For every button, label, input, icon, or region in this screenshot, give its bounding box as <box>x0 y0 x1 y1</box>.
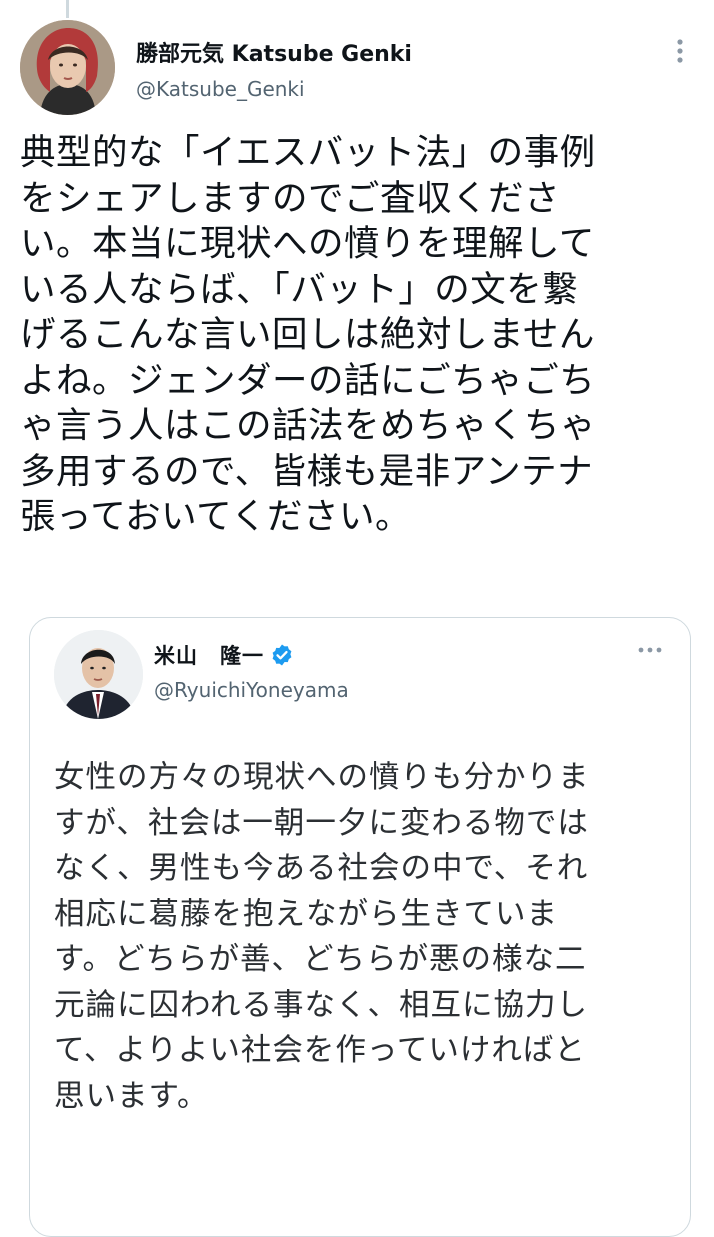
more-vertical-icon[interactable] <box>668 32 692 72</box>
author-name[interactable]: 勝部元気 Katsube Genki <box>136 36 412 68</box>
quoted-author-avatar[interactable] <box>54 630 143 719</box>
verified-badge-icon <box>272 644 292 666</box>
quoted-author-avatar-image <box>54 630 143 719</box>
thread-connector-line <box>66 0 69 18</box>
author-handle[interactable]: @Katsube_Genki <box>136 77 305 101</box>
quoted-tweet-text: 女性の方々の現状への憤りも分かりま すが、社会は一朝一夕に変わる物では なく、男… <box>54 760 590 1114</box>
quoted-tweet-card[interactable]: 米山 隆一 @RyuichiYoneyama 女性の方々の現状への憤りも分かりま… <box>29 617 691 1237</box>
tweet-text: 典型的な「イエスバット法」の事例 をシェアしますのでご査収くださ い。本当に現状… <box>20 132 597 537</box>
quoted-author-handle[interactable]: @RyuichiYoneyama <box>154 678 349 702</box>
author-avatar-image <box>20 20 115 115</box>
more-horizontal-icon[interactable] <box>636 644 664 656</box>
quoted-author-name[interactable]: 米山 隆一 <box>154 640 264 670</box>
author-avatar[interactable] <box>20 20 115 115</box>
